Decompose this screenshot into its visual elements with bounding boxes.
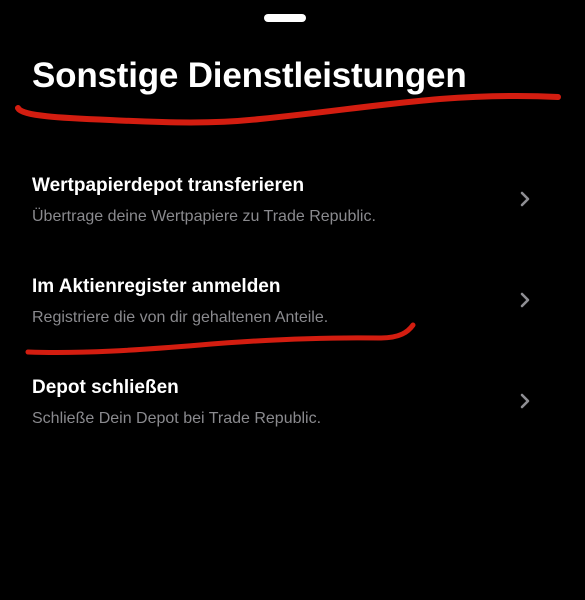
list-item-share-register[interactable]: Im Aktienregister anmelden Registriere d… [0, 276, 585, 360]
list-item-subtitle: Übertrage deine Wertpapiere zu Trade Rep… [32, 208, 376, 225]
chevron-right-icon [520, 292, 530, 308]
list-item-subtitle: Schließe Dein Depot bei Trade Republic. [32, 410, 322, 427]
list-item-title: Depot schließen [32, 377, 179, 398]
sheet-drag-handle[interactable] [264, 14, 306, 22]
bottom-sheet: Sonstige Dienstleistungen Wertpapierdepo… [0, 0, 585, 600]
page-title: Sonstige Dienstleistungen [32, 56, 467, 95]
chevron-right-icon [520, 393, 530, 409]
list-item-title: Im Aktienregister anmelden [32, 276, 281, 297]
chevron-right-icon [520, 191, 530, 207]
list-item-close-depot[interactable]: Depot schließen Schließe Dein Depot bei … [0, 377, 585, 461]
list-item-title: Wertpapierdepot transferieren [32, 175, 305, 196]
list-item-subtitle: Registriere die von dir gehaltenen Antei… [32, 309, 329, 326]
list-item-transfer-depot[interactable]: Wertpapierdepot transferieren Übertrage … [0, 175, 585, 259]
